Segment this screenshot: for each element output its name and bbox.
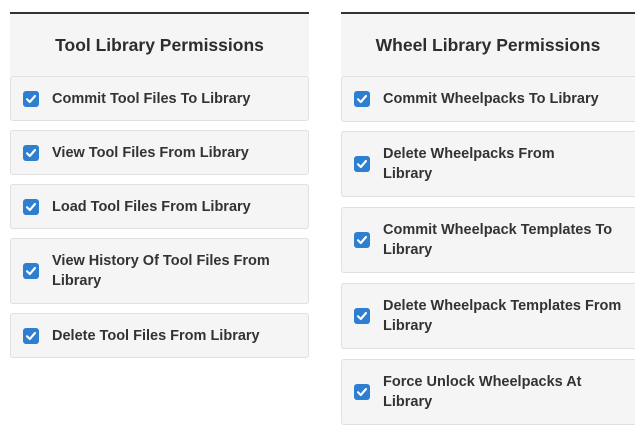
permission-delete-wheelpack-templates[interactable]: Delete Wheelpack Templates From Library (341, 283, 635, 349)
tool-library-title: Tool Library Permissions (10, 12, 309, 76)
checkbox-checked-icon[interactable] (23, 327, 39, 344)
permission-label: Load Tool Files From Library (52, 198, 251, 215)
checkbox-checked-icon[interactable] (354, 91, 370, 107)
permission-label: Commit Wheelpacks To Library (383, 91, 599, 107)
permission-label: Delete Wheelpacks From Library (383, 146, 555, 182)
permission-view-tool-files[interactable]: View Tool Files From Library (10, 130, 309, 175)
permission-force-unlock-wheelpacks[interactable]: Force Unlock Wheelpacks At Library (341, 359, 635, 425)
permission-delete-wheelpacks[interactable]: Delete Wheelpacks From Library (341, 131, 635, 197)
checkbox-checked-icon[interactable] (354, 156, 370, 172)
checkbox-checked-icon[interactable] (23, 263, 39, 279)
permission-commit-wheelpack-templates[interactable]: Commit Wheelpack Templates To Library (341, 207, 635, 273)
wheel-library-title: Wheel Library Permissions (341, 12, 635, 76)
checkbox-checked-icon[interactable] (354, 384, 370, 400)
permission-label: Commit Tool Files To Library (52, 90, 251, 107)
permission-label: Force Unlock Wheelpacks At Library (383, 374, 582, 410)
permission-label: Delete Wheelpack Templates From Library (383, 298, 622, 334)
checkbox-checked-icon[interactable] (23, 90, 39, 107)
permission-delete-tool-files[interactable]: Delete Tool Files From Library (10, 313, 309, 358)
permission-label: View History Of Tool Files From Library (52, 253, 270, 289)
permission-commit-wheelpacks[interactable]: Commit Wheelpacks To Library (341, 76, 635, 122)
checkbox-checked-icon[interactable] (23, 144, 39, 161)
permission-label: View Tool Files From Library (52, 144, 249, 161)
permission-commit-tool-files[interactable]: Commit Tool Files To Library (10, 76, 309, 121)
checkbox-checked-icon[interactable] (354, 232, 370, 248)
permission-label: Commit Wheelpack Templates To Library (383, 222, 613, 258)
checkbox-checked-icon[interactable] (354, 308, 370, 324)
tool-library-permissions-panel: Tool Library Permissions Commit Tool Fil… (10, 12, 309, 358)
permission-label: Delete Tool Files From Library (52, 327, 260, 344)
permission-view-history-tool-files[interactable]: View History Of Tool Files From Library (10, 238, 309, 304)
wheel-library-permissions-panel: Wheel Library Permissions Commit Wheelpa… (341, 12, 635, 425)
permission-load-tool-files[interactable]: Load Tool Files From Library (10, 184, 309, 229)
checkbox-checked-icon[interactable] (23, 198, 39, 215)
